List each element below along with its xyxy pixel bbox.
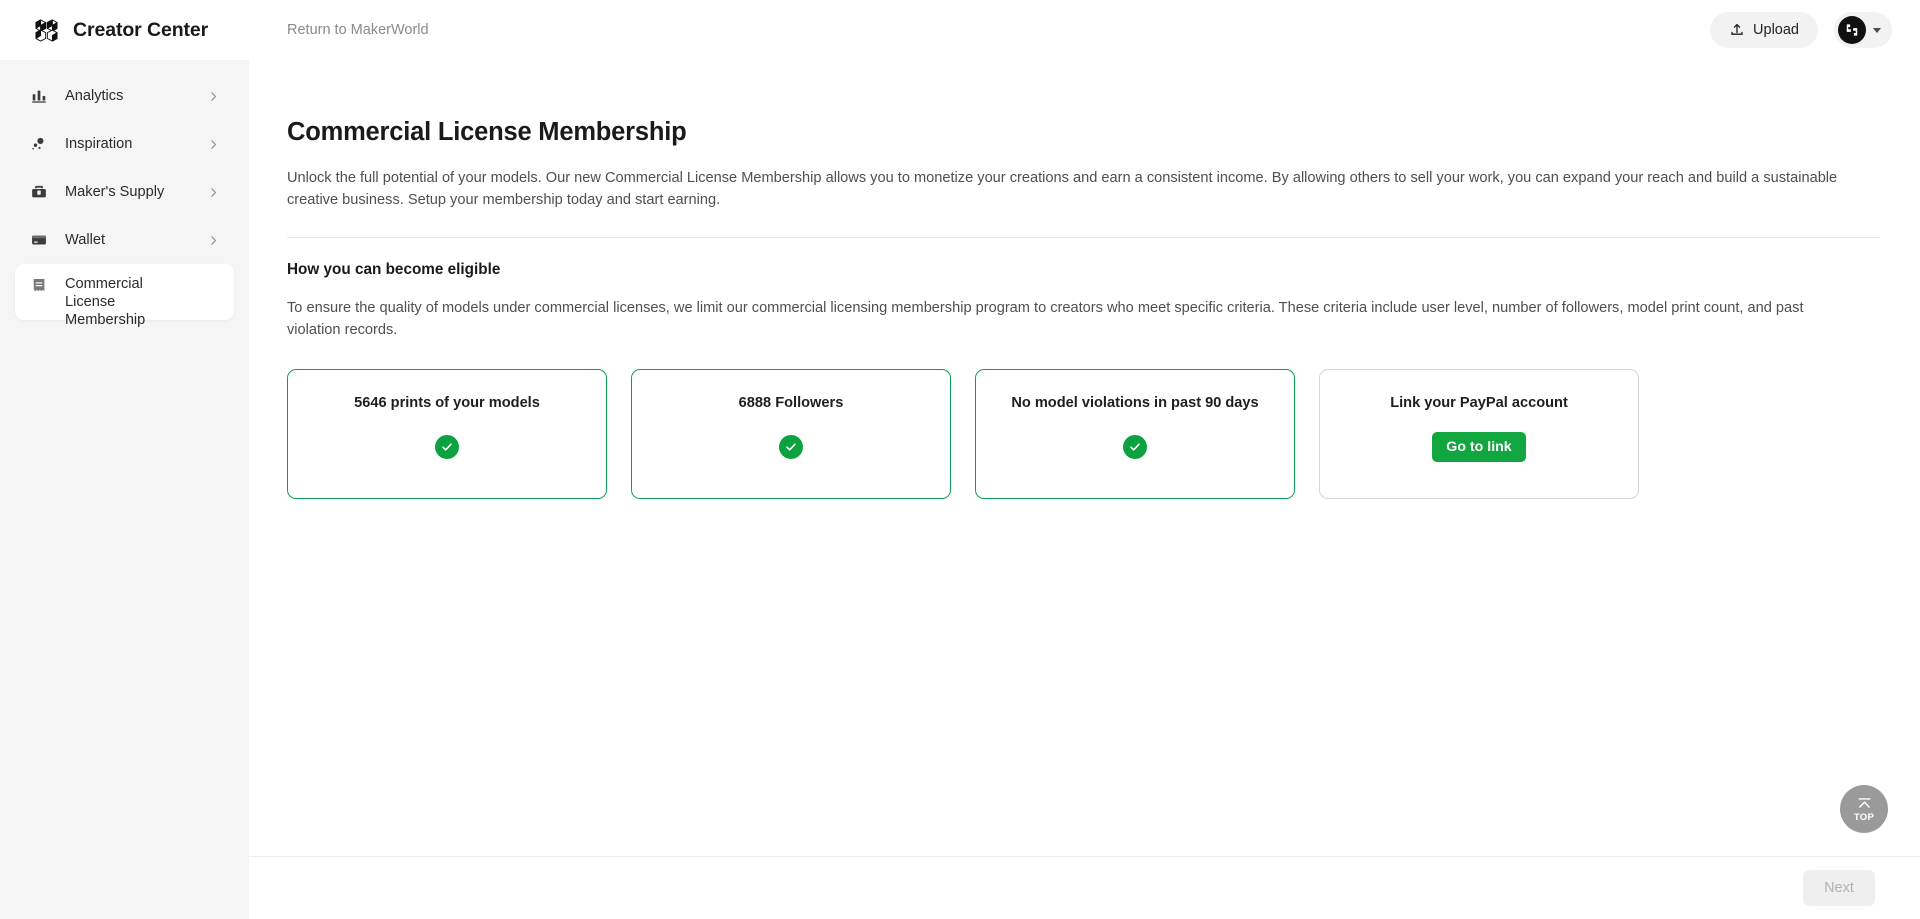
check-circle-icon [779, 435, 803, 459]
upload-button-label: Upload [1753, 22, 1799, 38]
creator-center-app: Creator Center Return to MakerWorld Uplo… [0, 0, 1920, 919]
eligibility-card-label: 6888 Followers [739, 394, 844, 412]
sidebar-item-analytics[interactable]: Analytics [15, 72, 234, 120]
sidebar-item-label: Inspiration [65, 135, 132, 153]
upload-arrow-icon [1729, 22, 1745, 38]
eligibility-card-violations: No model violations in past 90 days [975, 369, 1295, 499]
eligibility-card-list: 5646 prints of your models 6888 Follower… [287, 369, 1880, 499]
user-menu-button[interactable] [1834, 12, 1892, 48]
chevron-right-icon [207, 186, 220, 199]
avatar [1838, 16, 1866, 44]
page-description: Unlock the full potential of your models… [287, 167, 1857, 211]
section-divider [287, 237, 1880, 238]
toolbox-icon [29, 182, 49, 202]
sidebar-item-label: Wallet [65, 231, 105, 249]
bar-chart-icon [29, 86, 49, 106]
sidebar-item-makers-supply[interactable]: Maker's Supply [15, 168, 234, 216]
eligibility-card-body [435, 431, 459, 463]
sidebar-item-inspiration[interactable]: Inspiration [15, 120, 234, 168]
eligibility-card-followers: 6888 Followers [631, 369, 951, 499]
eligibility-card-label: Link your PayPal account [1390, 394, 1568, 412]
sidebar-item-label: Analytics [65, 87, 123, 105]
check-circle-icon [1123, 435, 1147, 459]
back-to-top-button[interactable]: TOP [1840, 785, 1888, 833]
main-wrap: Commercial License Membership Unlock the… [249, 60, 1920, 919]
chevron-right-icon [207, 138, 220, 151]
eligibility-card-label: 5646 prints of your models [354, 394, 540, 412]
main-content: Commercial License Membership Unlock the… [249, 60, 1920, 856]
return-to-makerworld-link[interactable]: Return to MakerWorld [287, 22, 429, 38]
eligibility-card-body [779, 431, 803, 463]
bambu-cube-logo-icon [33, 17, 60, 44]
eligibility-card-label: No model violations in past 90 days [1011, 394, 1258, 412]
brand-title: Creator Center [73, 19, 208, 42]
sidebar-item-label: Commercial License Membership [65, 275, 195, 329]
footer-bar: Next [249, 856, 1920, 919]
license-document-icon [29, 275, 49, 295]
back-to-top-label: TOP [1854, 813, 1874, 823]
upload-button[interactable]: Upload [1710, 12, 1818, 48]
sidebar-item-wallet[interactable]: Wallet [15, 216, 234, 264]
lightbulb-dots-icon [29, 134, 49, 154]
page-title: Commercial License Membership [287, 118, 1880, 147]
chevron-right-icon [207, 234, 220, 247]
eligibility-card-body: Go to link [1432, 431, 1525, 463]
body-row: Analytics [0, 60, 1920, 919]
eligibility-section-description: To ensure the quality of models under co… [287, 297, 1847, 341]
next-button[interactable]: Next [1803, 870, 1875, 906]
brand[interactable]: Creator Center [0, 17, 249, 44]
chevron-right-icon [207, 90, 220, 103]
sidebar-item-label: Maker's Supply [65, 183, 164, 201]
top-bar-actions: Upload [1710, 12, 1920, 48]
eligibility-card-body [1123, 431, 1147, 463]
sidebar: Analytics [0, 60, 249, 919]
chevron-down-icon [1873, 28, 1881, 33]
top-bar: Creator Center Return to MakerWorld Uplo… [0, 0, 1920, 60]
go-to-link-button[interactable]: Go to link [1432, 432, 1525, 462]
check-circle-icon [435, 435, 459, 459]
eligibility-card-prints: 5646 prints of your models [287, 369, 607, 499]
sidebar-item-commercial-license-membership[interactable]: Commercial License Membership [15, 264, 234, 320]
chevron-up-bar-icon [1856, 795, 1873, 812]
wallet-icon [29, 230, 49, 250]
eligibility-section-title: How you can become eligible [287, 261, 1880, 279]
eligibility-card-paypal: Link your PayPal account Go to link [1319, 369, 1639, 499]
